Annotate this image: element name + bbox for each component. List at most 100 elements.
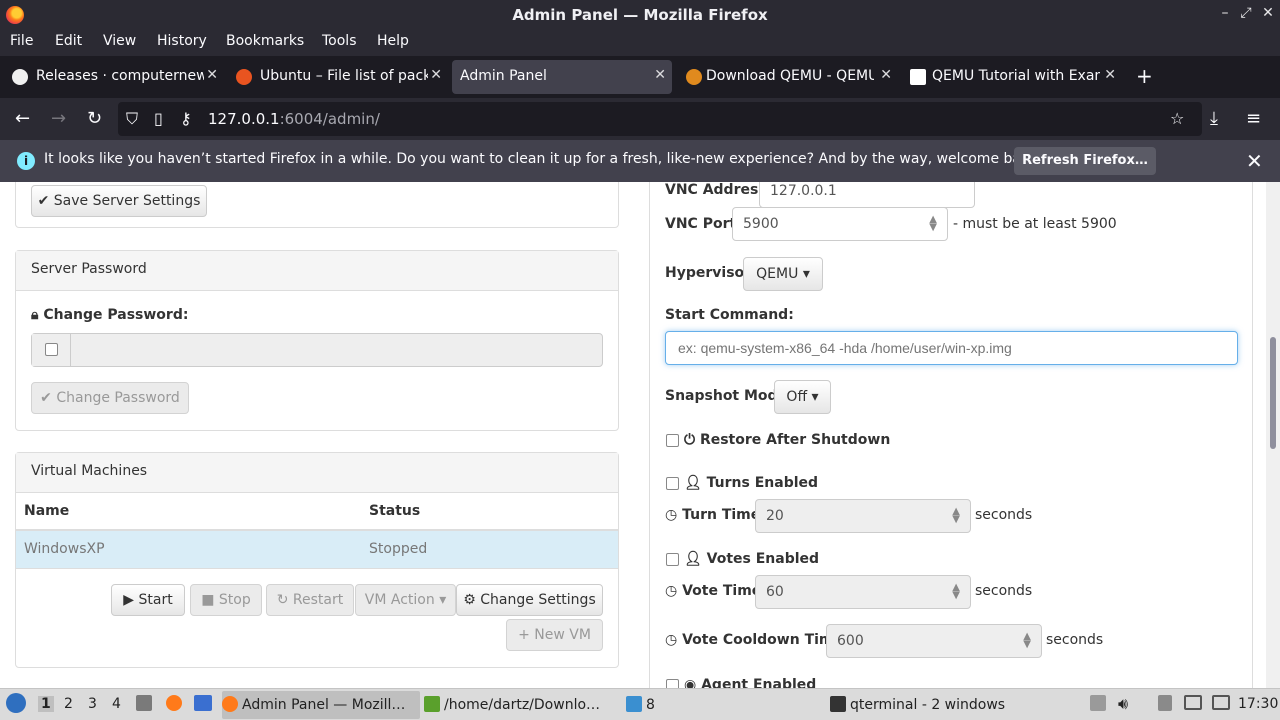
label-text: Votes Enabled	[706, 551, 820, 567]
taskbar-label: 8	[646, 697, 655, 713]
turns-enabled-checkbox[interactable]	[666, 477, 679, 490]
tab-releases[interactable]: Releases · computernewb ✕	[4, 60, 224, 94]
notification-message: It looks like you haven’t started Firefo…	[44, 151, 1043, 167]
change-settings-button[interactable]: ⚙ Change Settings	[456, 584, 603, 616]
menu-file[interactable]: File	[10, 33, 33, 49]
menu-edit[interactable]: Edit	[55, 33, 82, 49]
key-icon[interactable]: ⚷	[180, 109, 192, 128]
vm-name: WindowsXP	[24, 541, 105, 557]
display-icon[interactable]	[1212, 695, 1230, 710]
tray-icon[interactable]	[1090, 695, 1106, 711]
volume-icon[interactable]: 🔊︎	[1118, 694, 1128, 714]
workspace-3[interactable]: 3	[88, 696, 97, 712]
close-tab-icon[interactable]: ✕	[430, 67, 442, 83]
tab-qemu-tutorial[interactable]: QEMU Tutorial with Exam ✕	[902, 60, 1122, 94]
clock[interactable]: 17:30	[1238, 696, 1278, 712]
taskbar-item-folder[interactable]: /home/dartz/Downlo…	[424, 691, 618, 719]
page-scrollbar[interactable]	[1266, 182, 1280, 688]
file-manager-launcher-icon[interactable]	[136, 695, 152, 711]
input-value: 5900	[743, 216, 779, 232]
change-password-label: 🔒︎ Change Password:	[31, 307, 188, 323]
close-notification-icon[interactable]: ✕	[1246, 149, 1263, 173]
spinner-icon[interactable]: ▲ ▼	[929, 215, 937, 233]
start-vm-button[interactable]: ▶ Start	[111, 584, 185, 616]
agent-enabled-checkbox[interactable]	[666, 679, 679, 688]
minimize-button[interactable]: –	[1216, 5, 1234, 21]
back-icon[interactable]: ←	[15, 108, 30, 129]
scrollbar-thumb[interactable]	[1270, 337, 1276, 449]
taskbar-item-firefox[interactable]: Admin Panel — Mozill…	[222, 691, 420, 719]
shield-icon[interactable]: ⛉	[126, 109, 138, 129]
start-command-input[interactable]	[665, 331, 1238, 365]
turn-time-unit: seconds	[975, 507, 1033, 523]
start-menu-icon[interactable]	[6, 693, 26, 713]
input-value: 600	[837, 633, 864, 649]
votes-enabled-checkbox[interactable]	[666, 553, 679, 566]
taskbar-item-folders-group[interactable]: 8	[626, 691, 676, 719]
workspace-2[interactable]: 2	[64, 696, 73, 712]
hypervisor-dropdown[interactable]: QEMU ▾	[743, 257, 823, 291]
forward-icon[interactable]: →	[51, 108, 66, 129]
navigation-bar: ← → ↻ ⛉ ▯ ⚷ 127.0.0.1:6004/admin/ ☆ ⤓ ≡	[0, 98, 1280, 140]
close-tab-icon[interactable]: ✕	[206, 67, 218, 83]
spinner-icon[interactable]: ▲ ▼	[952, 507, 960, 525]
menu-bookmarks[interactable]: Bookmarks	[226, 33, 304, 49]
change-password-button[interactable]: ✔ Change Password	[31, 382, 189, 414]
spinner-icon[interactable]: ▲ ▼	[1023, 632, 1031, 650]
tab-ubuntu[interactable]: Ubuntu – File list of pack ✕	[228, 60, 448, 94]
taskbar-label: Admin Panel — Mozill…	[242, 697, 406, 713]
menu-history[interactable]: History	[157, 33, 207, 49]
vnc-port-input[interactable]: 5900 ▲ ▼	[732, 207, 948, 241]
password-enable-checkbox[interactable]	[45, 343, 58, 356]
network-icon[interactable]	[1184, 695, 1202, 710]
restart-vm-button[interactable]: ↻ Restart	[266, 584, 354, 616]
close-tab-icon[interactable]: ✕	[654, 67, 666, 83]
page-info-icon[interactable]: ▯	[154, 109, 163, 128]
url-host: 127.0.0.1	[208, 110, 280, 128]
tab-download-qemu[interactable]: Download QEMU - QEMU ✕	[678, 60, 898, 94]
restore-after-shutdown-checkbox[interactable]	[666, 434, 679, 447]
refresh-firefox-button[interactable]: Refresh Firefox…	[1014, 147, 1156, 175]
spinner-icon[interactable]: ▲ ▼	[952, 583, 960, 601]
vote-time-input[interactable]: 60 ▲ ▼	[755, 575, 971, 609]
reload-icon[interactable]: ↻	[87, 108, 102, 129]
menu-view[interactable]: View	[103, 33, 136, 49]
turns-enabled-label: 👤︎ Turns Enabled	[684, 475, 818, 491]
tab-admin-panel[interactable]: Admin Panel ✕	[452, 60, 672, 94]
label-text: Change Password:	[43, 307, 189, 323]
menu-help[interactable]: Help	[377, 33, 409, 49]
downloads-icon[interactable]: ⤓	[1210, 108, 1218, 129]
menu-bar: File Edit View History Bookmarks Tools H…	[0, 30, 1280, 56]
vote-time-unit: seconds	[975, 583, 1033, 599]
tab-label: Ubuntu – File list of pack	[260, 68, 428, 84]
close-window-button[interactable]: ✕	[1259, 5, 1277, 21]
votes-enabled-label: 👤︎ Votes Enabled	[684, 551, 819, 567]
bookmark-star-icon[interactable]: ☆	[1170, 109, 1184, 128]
menu-tools[interactable]: Tools	[322, 33, 357, 49]
table-row[interactable]: WindowsXP Stopped	[16, 531, 618, 569]
maximize-button[interactable]: ⤢	[1237, 5, 1255, 21]
turn-time-input[interactable]: 20 ▲ ▼	[755, 499, 971, 533]
stop-vm-button[interactable]: ■ Stop	[190, 584, 262, 616]
snapshot-mode-dropdown[interactable]: Off ▾	[774, 380, 831, 414]
new-vm-button[interactable]: + New VM	[506, 619, 603, 651]
url-bar[interactable]: ⛉ ▯ ⚷ 127.0.0.1:6004/admin/ ☆	[118, 102, 1202, 136]
close-tab-icon[interactable]: ✕	[1104, 67, 1116, 83]
button-label: VM Action	[364, 592, 435, 608]
workspace-4[interactable]: 4	[112, 696, 121, 712]
url-text[interactable]: 127.0.0.1:6004/admin/	[208, 110, 380, 128]
taskbar-item-qterminal[interactable]: qterminal - 2 windows	[830, 691, 1010, 719]
close-tab-icon[interactable]: ✕	[880, 67, 892, 83]
workspace-1[interactable]: 1	[38, 696, 54, 712]
caret-down-icon: ▾	[439, 592, 447, 608]
firefox-launcher-icon[interactable]	[166, 695, 182, 711]
tab-label: QEMU Tutorial with Exam	[932, 68, 1100, 84]
menu-hamburger-icon[interactable]: ≡	[1246, 108, 1261, 129]
vnc-address-input[interactable]: 127.0.0.1	[759, 182, 975, 208]
desktop-launcher-icon[interactable]	[194, 695, 212, 711]
vm-action-dropdown[interactable]: VM Action ▾	[355, 584, 456, 616]
clipboard-icon[interactable]	[1158, 695, 1172, 711]
new-tab-button[interactable]: +	[1136, 64, 1153, 88]
vote-cooldown-input[interactable]: 600 ▲ ▼	[826, 624, 1042, 658]
save-server-settings-button[interactable]: ✔ Save Server Settings	[31, 185, 207, 217]
